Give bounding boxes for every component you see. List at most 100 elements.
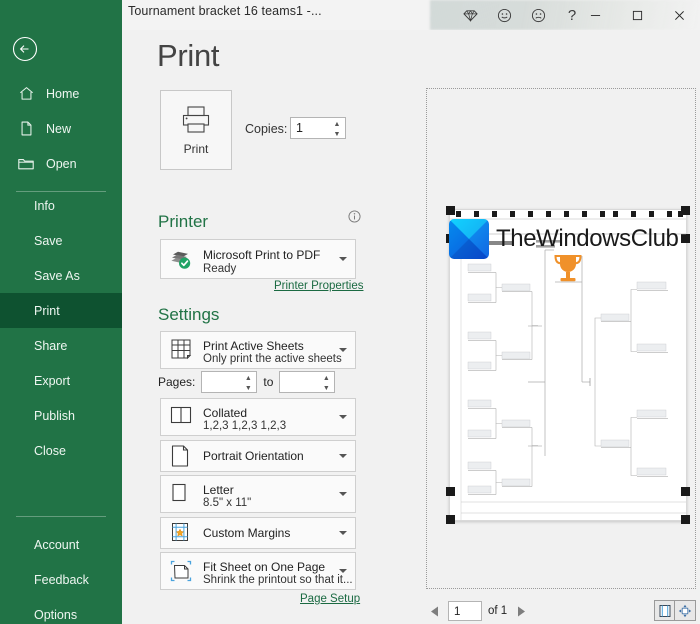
pages-from-field[interactable]: ▲ ▼ (201, 371, 258, 393)
chevron-down-icon (339, 569, 347, 573)
titlebar-icon-group: ? (462, 0, 580, 30)
show-margins-button[interactable] (654, 600, 675, 621)
collation-select[interactable]: Collated 1,2,3 1,2,3 1,2,3 (160, 398, 356, 436)
margins-line1: Custom Margins (203, 526, 291, 540)
excel-print-backstage-window: Tournament bracket 16 teams1 -... ? Home… (0, 0, 700, 624)
sidebar-item-share-label: Share (34, 338, 68, 353)
pages-to-stepper-down[interactable]: ▼ (319, 383, 333, 393)
open-folder-icon (16, 155, 36, 173)
home-icon (16, 85, 36, 103)
pages-to-input[interactable] (280, 372, 324, 392)
new-document-icon (16, 120, 36, 138)
print-what-select[interactable]: Print Active Sheets Only print the activ… (160, 331, 356, 369)
smiley-happy-icon[interactable] (496, 7, 512, 23)
sidebar-item-info[interactable]: Info (0, 188, 122, 223)
print-what-line1: Print Active Sheets (203, 339, 304, 353)
pages-to-stepper[interactable]: ▲ ▼ (319, 373, 333, 393)
margins-select[interactable]: Custom Margins (160, 517, 356, 549)
printer-properties-link[interactable]: Printer Properties (274, 280, 363, 292)
sidebar-item-options[interactable]: Options (0, 597, 122, 624)
window-controls (574, 0, 700, 30)
print-button[interactable]: Print (160, 90, 232, 170)
print-settings-pane: Print Print Copies: ▲ ▼ Printer (122, 30, 410, 624)
thewindowsclub-logo-icon (449, 219, 489, 259)
sidebar-item-home[interactable]: Home (0, 76, 122, 111)
paper-size-select[interactable]: Letter 8.5" x 11" (160, 475, 356, 513)
paper-size-line2: 8.5" x 11" (203, 497, 252, 509)
sidebar-item-new[interactable]: New (0, 111, 122, 146)
pages-label: Pages: (158, 375, 196, 389)
sidebar-item-info-label: Info (34, 198, 55, 213)
smiley-sad-icon[interactable] (530, 7, 546, 23)
scaling-select[interactable]: Fit Sheet on One Page Shrink the printou… (160, 552, 356, 590)
scaling-line2: Shrink the printout so that it... (203, 574, 353, 586)
fit-sheet-icon (169, 559, 193, 583)
previous-page-arrow-icon[interactable] (426, 602, 444, 620)
minimize-button[interactable] (574, 0, 616, 30)
chevron-down-icon (339, 454, 347, 458)
sidebar-item-close[interactable]: Close (0, 433, 122, 468)
collation-line2: 1,2,3 1,2,3 1,2,3 (203, 420, 287, 432)
backstage-secondary-items: Info Save Save As Print Share Export Pub… (0, 188, 122, 468)
sidebar-item-account[interactable]: Account (0, 527, 122, 562)
watermark-label: TheWindowsClub (496, 225, 679, 252)
pages-from-stepper[interactable]: ▲ ▼ (241, 373, 255, 393)
copies-input[interactable] (291, 118, 334, 138)
diamond-icon[interactable] (462, 7, 478, 23)
sidebar-item-share[interactable]: Share (0, 328, 122, 363)
printer-info-icon[interactable] (348, 210, 361, 223)
sidebar-item-close-label: Close (34, 443, 66, 458)
sidebar-item-feedback[interactable]: Feedback (0, 562, 122, 597)
page-number-input[interactable] (449, 603, 481, 621)
pages-to-field[interactable]: ▲ ▼ (279, 371, 336, 393)
pages-from-stepper-up[interactable]: ▲ (241, 373, 255, 383)
sidebar-item-home-label: Home (46, 86, 80, 101)
sidebar-item-export[interactable]: Export (0, 363, 122, 398)
page-setup-link[interactable]: Page Setup (300, 593, 360, 605)
preview-viewport[interactable]: TheWindowsClub (426, 88, 696, 589)
sidebar-item-save-as-label: Save As (34, 268, 80, 283)
maximize-button[interactable] (616, 0, 658, 30)
next-page-arrow-icon[interactable] (512, 602, 530, 620)
zoom-to-page-button[interactable] (675, 600, 696, 621)
orientation-line1: Portrait Orientation (203, 449, 304, 463)
rail-divider-bottom (16, 516, 106, 517)
close-button[interactable] (658, 0, 700, 30)
sidebar-item-print[interactable]: Print (0, 293, 122, 328)
chevron-down-icon (339, 531, 347, 535)
sidebar-item-new-label: New (46, 121, 72, 136)
backstage-navigation-rail: Home New Open Info Save Save As Print Sh… (0, 0, 122, 624)
page-number-field[interactable] (448, 601, 482, 621)
pages-from-stepper-down[interactable]: ▼ (241, 383, 255, 393)
preview-zoom-controls (654, 600, 696, 621)
margins-icon (169, 521, 193, 545)
paper-size-line1: Letter (203, 483, 234, 497)
sidebar-item-publish[interactable]: Publish (0, 398, 122, 433)
copies-stepper-down[interactable]: ▼ (330, 129, 344, 139)
orientation-select[interactable]: Portrait Orientation (160, 440, 356, 472)
backstage-bottom-items: Account Feedback Options (0, 506, 122, 624)
sheets-grid-icon (169, 338, 193, 362)
page-title: Print (157, 38, 220, 73)
scaling-line1: Fit Sheet on One Page (203, 560, 326, 574)
portrait-page-icon (169, 444, 193, 468)
sidebar-item-save[interactable]: Save (0, 223, 122, 258)
settings-heading: Settings (158, 305, 220, 324)
pages-from-input[interactable] (202, 372, 246, 392)
back-button[interactable] (12, 36, 38, 62)
copies-stepper[interactable]: ▲ ▼ (330, 119, 344, 139)
sidebar-item-save-as[interactable]: Save As (0, 258, 122, 293)
pages-to-stepper-up[interactable]: ▲ (319, 373, 333, 383)
sidebar-item-open[interactable]: Open (0, 146, 122, 181)
pages-range-row: Pages: ▲ ▼ to ▲ ▼ (158, 370, 336, 394)
page-count-label: of 1 (488, 605, 508, 617)
printer-select[interactable]: Microsoft Print to PDF Ready (160, 239, 356, 279)
sidebar-item-options-label: Options (34, 607, 78, 622)
sidebar-item-publish-label: Publish (34, 408, 75, 423)
copies-field[interactable]: ▲ ▼ (290, 117, 346, 139)
copies-stepper-up[interactable]: ▲ (330, 119, 344, 129)
print-what-line2: Only print the active sheets (203, 353, 342, 365)
sidebar-item-feedback-label: Feedback (34, 572, 89, 587)
print-button-label: Print (183, 141, 209, 156)
copies-label: Copies: (245, 122, 288, 136)
